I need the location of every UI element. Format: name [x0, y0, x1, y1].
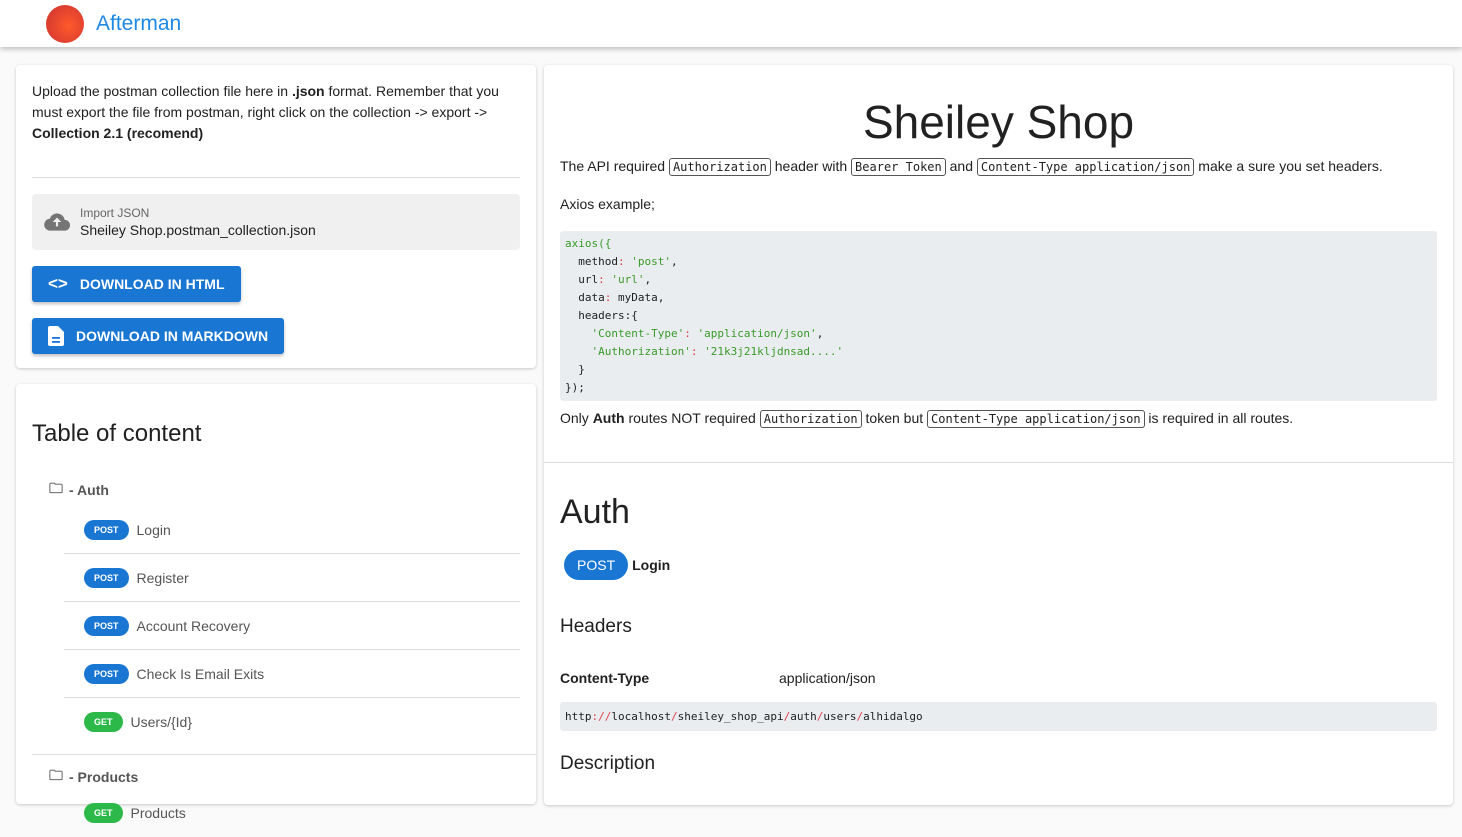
- code: axios({: [565, 237, 612, 250]
- method-badge: GET: [84, 712, 123, 732]
- code: });: [565, 381, 585, 394]
- toc-item[interactable]: POST Account Recovery: [64, 602, 520, 650]
- text: Auth: [592, 410, 625, 426]
- auth-note: Only Auth routes NOT required Authorizat…: [560, 407, 1437, 430]
- code: http: [565, 710, 592, 723]
- toc-item[interactable]: GET Products: [64, 789, 520, 837]
- code: headers:{: [565, 309, 638, 322]
- folder-auth[interactable]: 🗀 - Auth: [49, 478, 520, 502]
- toc-title: Table of content: [32, 420, 202, 447]
- download-markdown-button[interactable]: DOWNLOAD IN MARKDOWN: [32, 318, 285, 354]
- toc-item[interactable]: POST Login: [64, 506, 520, 554]
- inline-code: Bearer Token: [851, 158, 946, 176]
- text: token but: [861, 410, 928, 426]
- folder-products[interactable]: 🗀 - Products: [49, 765, 520, 789]
- folder-icon: 🗀: [49, 480, 63, 496]
- axios-code-block: axios({ method: 'post', url: 'url', data…: [560, 231, 1437, 401]
- code: myData,: [611, 291, 665, 304]
- download-html-button[interactable]: <> DOWNLOAD IN HTML: [32, 266, 241, 302]
- text: Only: [560, 410, 593, 426]
- upload-instructions: Upload the postman collection file here …: [32, 81, 520, 144]
- code: 'url': [611, 273, 645, 286]
- intro-paragraph: The API required Authorization header wi…: [560, 155, 1437, 178]
- item-label: Login: [136, 521, 171, 538]
- toc-item[interactable]: POST Register: [64, 554, 520, 602]
- text: Upload the postman collection file here …: [32, 83, 292, 99]
- button-label: DOWNLOAD IN HTML: [79, 276, 225, 292]
- code: 'post': [631, 255, 671, 268]
- app-logo[interactable]: [46, 4, 84, 43]
- code: alhidalgo: [863, 710, 923, 723]
- method-badge: POST: [84, 615, 129, 636]
- code: 'Authorization': [565, 345, 691, 358]
- inline-code: Authorization: [759, 410, 862, 428]
- import-json-field[interactable]: Import JSON Sheiley Shop.postman_collecti…: [32, 194, 520, 250]
- code-icon: <>: [48, 274, 68, 293]
- endpoint-name: Login: [632, 557, 671, 573]
- headers-title: Headers: [560, 616, 632, 637]
- toc-item[interactable]: GET Users/{Id}: [64, 698, 520, 746]
- text: is required in all routes.: [1144, 410, 1294, 426]
- code: }: [565, 363, 585, 376]
- code: url: [565, 273, 599, 286]
- code: data: [565, 291, 605, 304]
- header-value: application/json: [779, 670, 876, 686]
- text: make a sure you set headers.: [1194, 158, 1383, 174]
- import-value: Sheiley Shop.postman_collection.json: [80, 222, 316, 238]
- text: The API required: [560, 158, 669, 174]
- method-badge: POST: [84, 519, 129, 540]
- app-title[interactable]: Afterman: [96, 12, 181, 36]
- method-badge: POST: [84, 663, 129, 684]
- text: and: [945, 158, 977, 174]
- folder-label: - Products: [69, 769, 139, 785]
- divider: [32, 177, 520, 178]
- toc-item[interactable]: POST Check Is Email Exits: [64, 650, 520, 698]
- axios-label: Axios example;: [560, 196, 655, 212]
- description-title: Description: [560, 753, 656, 774]
- code: users: [823, 710, 857, 723]
- upload-card: Upload the postman collection file here …: [16, 65, 536, 368]
- button-label: DOWNLOAD IN MARKDOWN: [76, 328, 269, 344]
- folder-label: - Auth: [69, 482, 109, 498]
- code: sheiley_shop_api: [677, 710, 784, 723]
- code: '21k3j21kljdnsad....': [704, 345, 844, 358]
- item-label: Register: [136, 569, 189, 586]
- divider: [544, 462, 1453, 463]
- inline-code: Content-Type application/json: [927, 410, 1145, 428]
- code: /: [670, 710, 678, 723]
- item-label: Check Is Email Exits: [136, 665, 265, 682]
- header-key: Content-Type: [560, 670, 650, 686]
- item-label: Products: [130, 805, 186, 821]
- doc-title: Sheiley Shop: [862, 96, 1135, 148]
- app-header: Afterman: [0, 0, 1462, 47]
- code: localhost: [611, 710, 671, 723]
- table-of-content-card: Table of content 🗀 - Auth POST Login POST R…: [16, 384, 536, 823]
- text: Collection 2.1 (recomend): [32, 125, 204, 141]
- request-url: http://localhost/sheiley_shop_api/auth/u…: [560, 702, 1437, 731]
- item-label: Account Recovery: [136, 617, 251, 634]
- text: header with: [770, 158, 852, 174]
- inline-code: Authorization: [668, 158, 771, 176]
- section-title: Auth: [560, 493, 630, 531]
- header-row: Content-Type application/json: [560, 670, 1437, 686]
- code: method: [565, 255, 618, 268]
- document-icon: [48, 326, 64, 346]
- code: 'Content-Type': [565, 327, 685, 340]
- method-badge: POST: [84, 567, 129, 588]
- folder-icon: 🗀: [49, 767, 63, 783]
- endpoint-title: POST Login: [564, 550, 1437, 580]
- divider: [32, 754, 536, 755]
- inline-code: Content-Type application/json: [976, 158, 1195, 176]
- code: 'application/json': [697, 327, 817, 340]
- method-badge: POST: [564, 550, 629, 580]
- code: ://: [591, 710, 612, 723]
- text: routes NOT required: [624, 410, 760, 426]
- method-badge: GET: [84, 803, 123, 823]
- text: .json: [291, 83, 325, 99]
- item-label: Users/{Id}: [130, 714, 192, 730]
- import-label: Import JSON: [80, 206, 150, 220]
- documentation-card: Sheiley Shop The API required Authorizat…: [544, 65, 1453, 805]
- cloud-upload-icon: [44, 213, 70, 231]
- code: auth: [790, 710, 817, 723]
